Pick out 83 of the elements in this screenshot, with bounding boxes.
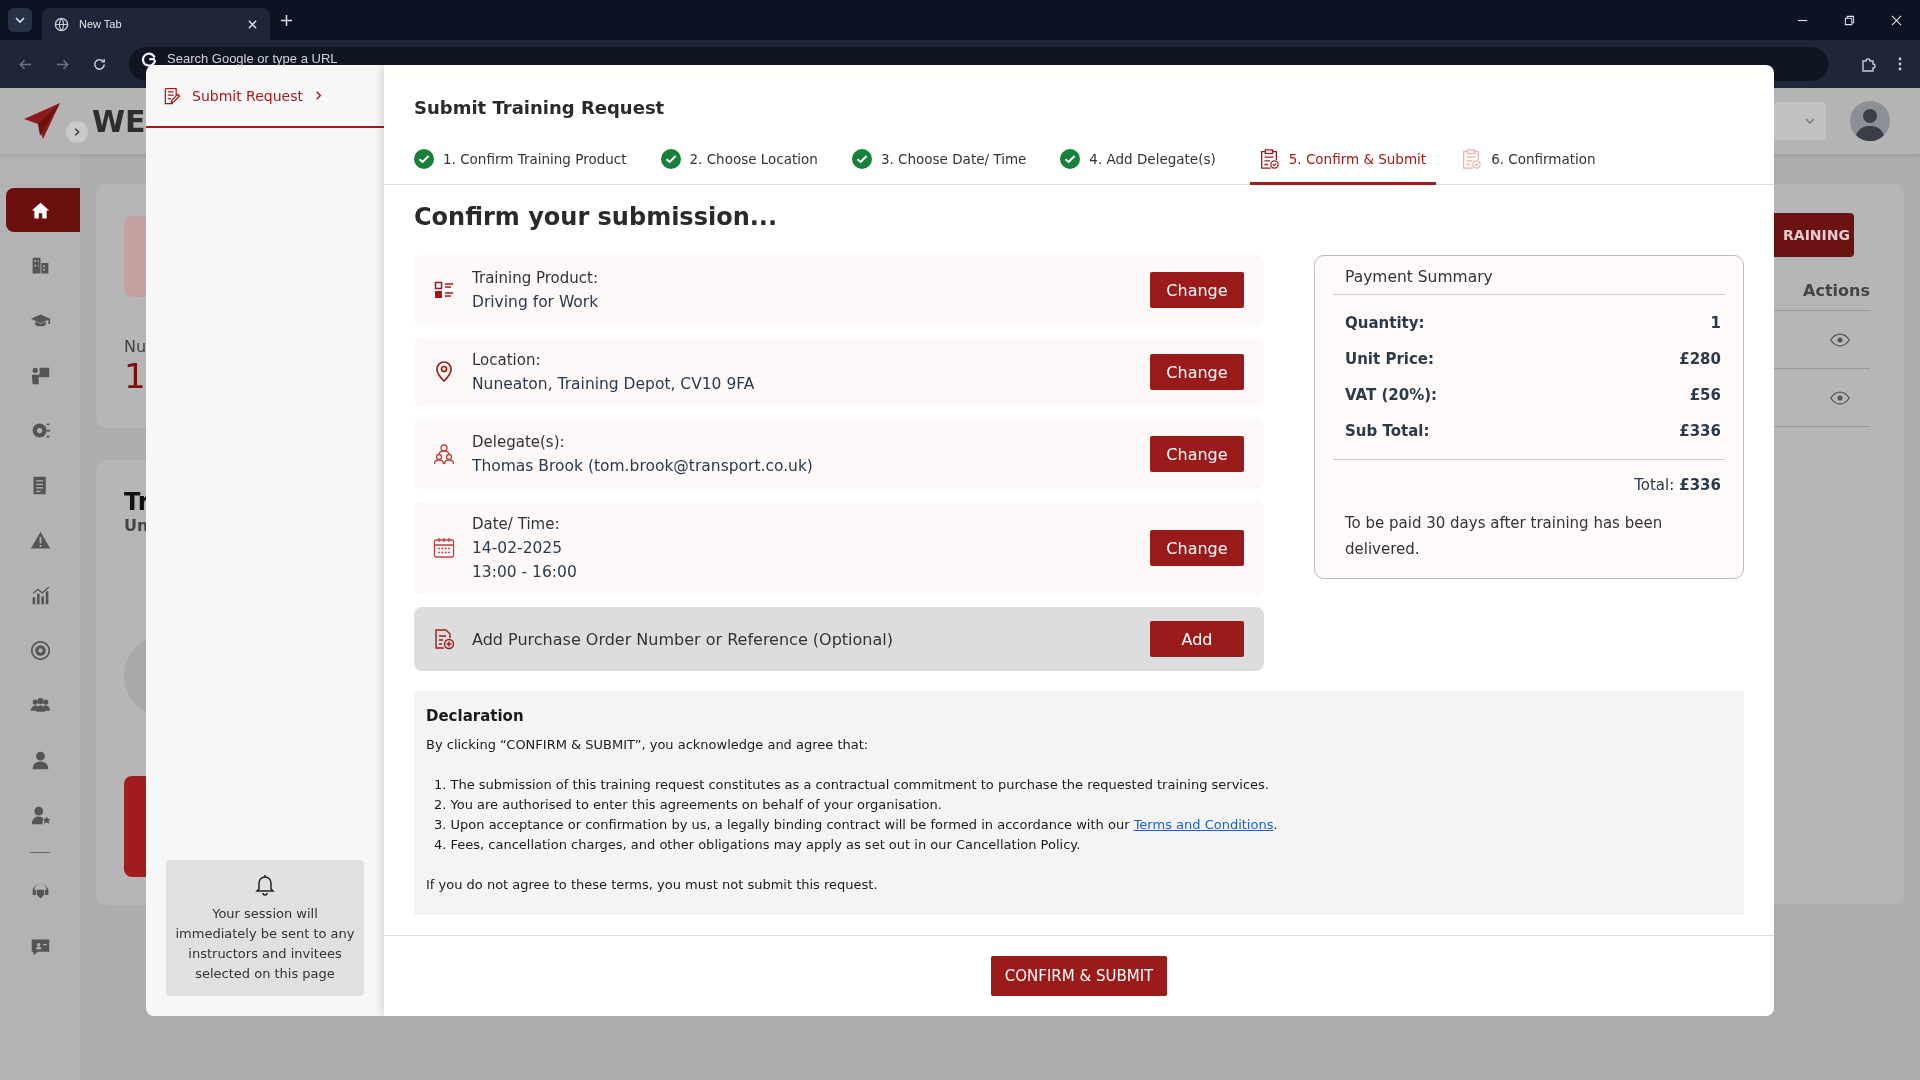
logo-text: WE [92,103,146,139]
person-star-icon [29,804,51,826]
field-label: Training Product: [472,268,599,289]
column-header: Actions [1803,281,1870,300]
browser-tab[interactable]: New Tab [42,8,270,40]
modal-title: Submit Training Request [414,97,666,118]
summary-label: Quantity: [1345,313,1425,334]
page-heading: Confirm your submission... [414,203,779,231]
change-button[interactable]: Change [1150,354,1244,390]
step-tab[interactable]: 3. Choose Date/ Time [851,136,1037,185]
document-edit-icon [162,85,182,106]
total-value: £336 [1679,476,1721,494]
summary-value: 1 [1710,313,1721,334]
declaration-item: 2. You are authorised to enter this agreements on behalf of your organisation. [434,796,943,814]
field-label: Location: [472,350,542,371]
change-button[interactable]: Change [1150,436,1244,472]
chevron-right-icon [72,127,82,137]
declaration-item: 4. Fees, cancellation charges, and other obligations may apply as set out in our Cancellation Policy. [434,836,1082,854]
field-value: Thomas Brook (tom.brook@transport.co.uk) [472,456,814,477]
stat-value: 1 [124,356,146,396]
new-tab-icon[interactable] [280,13,293,27]
field-value: 14-02-2025 [472,538,564,559]
check-circle-icon [1060,149,1081,169]
declaration-item: 3. Upon acceptance or confirmation by us, a legally binding contract will be formed in accordance with our Terms and Conditions. [434,816,1279,834]
tab-list-button[interactable] [8,8,32,32]
stat-label: Nu [124,337,147,356]
nav-item[interactable] [6,188,80,232]
field-value: 13:00 - 16:00 [472,562,578,583]
paper-plane-logo-icon [22,101,62,141]
collapse-sidebar-button[interactable] [66,121,88,143]
eye-icon[interactable] [1830,390,1850,405]
globe-icon [54,16,69,32]
add-button[interactable]: Add [1150,621,1244,657]
step-tab[interactable]: 2. Choose Location [660,136,828,185]
total-label: Total: [1634,476,1675,494]
clipboard-check-icon [1460,148,1483,170]
change-button[interactable]: Change [1150,272,1244,308]
reference-label: Add Purchase Order Number or Reference (Optional) [472,629,894,649]
field-label: Delegate(s): [472,432,566,453]
bell-icon [253,872,277,896]
avatar-silhouette[interactable] [1850,101,1890,141]
training-button[interactable]: RAINING [1773,213,1854,257]
step-tab[interactable]: 1. Confirm Training Product [414,136,637,185]
declaration-intro: By clicking “CONFIRM & SUBMIT”, you acknowledge and agree that: [426,736,870,754]
summary-value: £280 [1679,349,1721,370]
payment-note: To be paid 30 days after training has been delivered. [1345,513,1664,560]
menu-dots-icon[interactable] [1898,56,1902,72]
gear-cycle-icon [29,639,51,661]
change-button[interactable]: Change [1150,530,1244,566]
step-tab[interactable]: 5. Confirm & Submit [1249,136,1437,185]
summary-label: VAT (20%): [1345,385,1438,406]
reload-icon[interactable] [92,56,107,72]
step-tab[interactable]: 6. Confirmation [1460,136,1606,185]
notice-text: Your session will immediately be sent to any instructors and invitees selected on this page [174,905,356,983]
summary-value: £336 [1679,421,1721,442]
close-icon[interactable] [247,18,258,30]
payment-summary-title: Payment Summary [1333,268,1725,295]
extensions-puzzle-icon[interactable] [1860,56,1876,72]
tab-title: New Tab [79,18,123,30]
terms-link[interactable]: Terms and Conditions [1133,817,1274,832]
restore-icon[interactable] [1844,14,1855,26]
calendar-icon [432,536,456,560]
eye-icon[interactable] [1830,332,1850,347]
field-label: Date/ Time: [472,514,561,535]
confirm-submit-button[interactable]: CONFIRM & SUBMIT [990,956,1168,996]
chevron-down-icon [14,14,26,26]
summary-value: £56 [1689,385,1721,406]
declaration-title: Declaration [426,707,525,725]
check-circle-icon [660,149,681,169]
declaration-closing: If you do not agree to these terms, you must not submit this request. [426,876,879,894]
summary-label: Unit Price: [1345,349,1434,370]
chevron-right-icon [313,90,324,101]
warning-icon [29,529,51,551]
step-tab[interactable]: 4. Add Delegate(s) [1060,136,1226,185]
field-value: Driving for Work [472,292,600,313]
check-circle-icon [414,149,434,169]
close-icon[interactable] [1891,14,1902,26]
field-value: Nuneaton, Training Depot, CV10 9FA [472,374,756,395]
declaration-item: 1. The submission of this training request constitutes as a contractual commitment to purchase the requested training services. [434,776,1270,794]
check-circle-icon [851,149,872,169]
document-add-icon [432,627,456,651]
summary-label: Sub Total: [1345,421,1430,442]
people-group-icon [432,442,456,466]
